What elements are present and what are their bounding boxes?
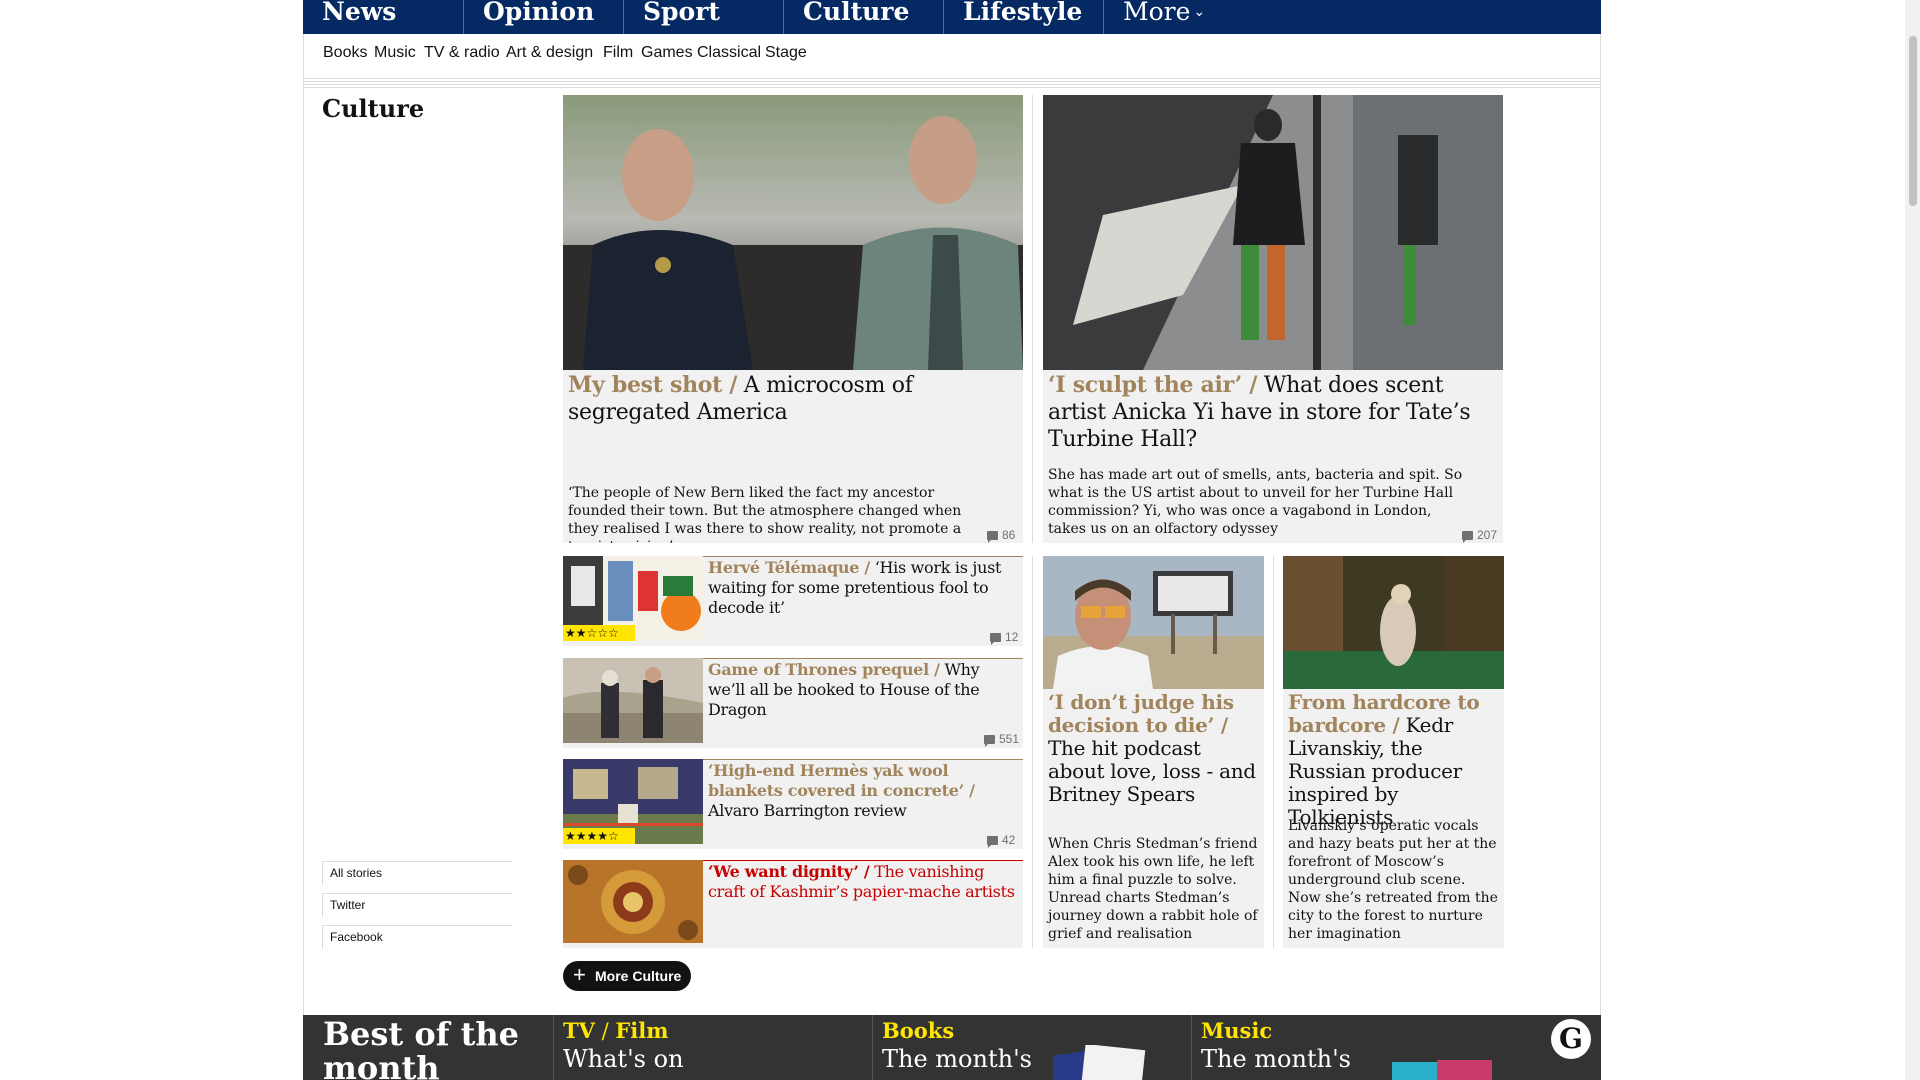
divider <box>1032 556 1033 948</box>
comment-count[interactable]: 12 <box>990 630 1019 645</box>
category-label: Books <box>882 1018 955 1043</box>
story-kicker: ‘I don’t judge his decision to die’ / <box>1048 690 1234 737</box>
story-headline: ‘I sculpt the air’ / What does scent art… <box>1048 372 1498 453</box>
best-of-music[interactable]: Music The month's <box>1191 1015 1509 1080</box>
story-trail: ‘The people of New Bern liked the fact m… <box>568 485 962 543</box>
best-of-month-banner: Best of the month TV / Film What's on Bo… <box>303 1015 1601 1080</box>
story-kicker: Game of Thrones prequel / <box>708 660 940 679</box>
comment-icon <box>1462 531 1473 543</box>
story-trail: She has made art out of smells, ants, ba… <box>1048 467 1463 537</box>
category-label-tv: TV <box>563 1018 595 1043</box>
pillar-nav: News Opinion Sport Culture Lifestyle Mor… <box>303 0 1601 34</box>
story-headline: ‘We want dignity’ / The vanishing craft … <box>708 862 1018 902</box>
story-headline: Game of Thrones prequel / Why we’ll all … <box>708 660 1018 720</box>
story-headline: My best shot / A microcosm of segregated… <box>568 372 1018 426</box>
category-label: Music <box>1201 1018 1273 1043</box>
scrollbar-thumb[interactable] <box>1909 36 1917 206</box>
story-image <box>1283 556 1504 689</box>
guardian-logo[interactable]: G <box>1551 1019 1591 1059</box>
story-card-alvaro-barrington[interactable]: ★★★★☆ ‘High-end Hermès yak wool blankets… <box>563 759 1023 849</box>
best-of-books[interactable]: Books The month's <box>872 1015 1190 1080</box>
plus-icon: + <box>573 962 586 987</box>
nav-more-label: More <box>1123 0 1191 26</box>
story-headline: ‘High-end Hermès yak wool blankets cover… <box>708 761 1018 821</box>
more-culture-label: More Culture <box>595 968 682 984</box>
subnav-games[interactable]: Games <box>641 44 693 62</box>
comment-count[interactable]: 86 <box>987 528 1016 543</box>
comment-icon <box>984 735 995 747</box>
nav-pillar-sport[interactable]: Sport <box>623 0 720 34</box>
comment-count-value: 42 <box>1002 833 1016 847</box>
book-covers-image <box>1053 1045 1146 1080</box>
nav-pillar-news[interactable]: News <box>303 0 396 34</box>
story-card-kashmir-papier-mache[interactable]: ‘We want dignity’ / The vanishing craft … <box>563 860 1023 948</box>
story-headline-text: The hit podcast about love, loss - and B… <box>1048 736 1256 806</box>
comment-icon <box>987 836 998 848</box>
story-kicker: ‘I sculpt the air’ / <box>1048 372 1258 398</box>
story-card-anicka-yi[interactable]: ‘I sculpt the air’ / What does scent art… <box>1043 95 1503 543</box>
page-scrollbar[interactable] <box>1905 0 1920 1080</box>
story-image <box>1043 556 1264 689</box>
nav-more-menu[interactable]: More ⌄ <box>1103 0 1205 34</box>
story-headline-text: Alvaro Barrington review <box>708 801 907 820</box>
story-card-house-of-dragon[interactable]: Game of Thrones prequel / Why we’ll all … <box>563 658 1023 748</box>
subnav-tv-radio[interactable]: TV & radio <box>424 44 500 62</box>
subnav-books[interactable]: Books <box>323 44 367 62</box>
album-covers-image <box>1392 1060 1492 1080</box>
story-image <box>563 658 703 743</box>
more-culture-button[interactable]: + More Culture <box>563 961 691 991</box>
story-card-podcast[interactable]: ‘I don’t judge his decision to die’ / Th… <box>1043 556 1264 948</box>
subnav-music[interactable]: Music <box>374 44 416 62</box>
category-title: What's on <box>563 1045 684 1073</box>
comment-count-value: 551 <box>999 732 1020 746</box>
chevron-down-icon: ⌄ <box>1193 4 1206 20</box>
comment-count[interactable]: 207 <box>1462 528 1498 543</box>
story-card-best-shot[interactable]: My best shot / A microcosm of segregated… <box>563 95 1023 543</box>
nav-pillar-culture[interactable]: Culture <box>783 0 909 34</box>
comment-count-value: 86 <box>1002 528 1016 542</box>
comment-count[interactable]: 42 <box>987 833 1016 848</box>
twitter-link[interactable]: Twitter <box>322 893 512 917</box>
comment-count[interactable]: 551 <box>984 732 1020 747</box>
story-trail: When Chris Stedman’s friend Alex took hi… <box>1048 836 1258 942</box>
story-image <box>1043 95 1503 370</box>
comment-count-value: 12 <box>1005 630 1019 644</box>
story-image <box>563 95 1023 370</box>
story-card-kedr-livanskiy[interactable]: From hardcore to bardcore / Kedr Livansk… <box>1283 556 1504 948</box>
story-trail: Livanskiy’s operatic vocals and hazy bea… <box>1288 818 1498 942</box>
subnav-art-design[interactable]: Art & design <box>506 44 593 62</box>
comment-icon <box>990 633 1001 645</box>
story-kicker: My best shot / <box>568 372 738 398</box>
category-label-film: Film <box>615 1018 669 1043</box>
star-rating: ★★☆☆☆ <box>563 625 635 641</box>
all-stories-link[interactable]: All stories <box>322 861 512 885</box>
story-image <box>563 860 703 943</box>
story-headline: Hervé Télémaque / ‘His work is just wait… <box>708 558 1018 618</box>
best-of-month-title: Best of the month <box>323 1015 519 1080</box>
divider <box>1273 556 1274 948</box>
section-title: Culture <box>322 94 425 123</box>
best-of-tv-film[interactable]: TV / Film What's on <box>553 1015 871 1080</box>
subnav: Books Music TV & radio Art & design Film… <box>303 34 1601 78</box>
comment-count-value: 207 <box>1477 528 1498 542</box>
story-kicker: ‘We want dignity’ / <box>708 862 870 881</box>
star-rating: ★★★★☆ <box>563 828 635 844</box>
subnav-film[interactable]: Film <box>603 44 633 62</box>
nav-pillar-opinion[interactable]: Opinion <box>463 0 594 34</box>
comment-icon <box>987 531 998 543</box>
nav-pillar-lifestyle[interactable]: Lifestyle <box>943 0 1082 34</box>
story-headline: From hardcore to bardcore / Kedr Livansk… <box>1288 691 1500 829</box>
facebook-link[interactable]: Facebook <box>322 925 512 949</box>
story-kicker: Hervé Télémaque / <box>708 558 870 577</box>
story-headline: ‘I don’t judge his decision to die’ / Th… <box>1048 691 1260 806</box>
story-kicker: ‘High-end Hermès yak wool blankets cover… <box>708 761 975 800</box>
divider <box>1032 95 1033 543</box>
category-label: TV / Film <box>563 1018 669 1043</box>
story-card-herve-telemaque[interactable]: ★★☆☆☆ Hervé Télémaque / ‘His work is jus… <box>563 556 1023 646</box>
subnav-classical[interactable]: Classical <box>697 44 761 62</box>
subnav-stage[interactable]: Stage <box>765 44 807 62</box>
